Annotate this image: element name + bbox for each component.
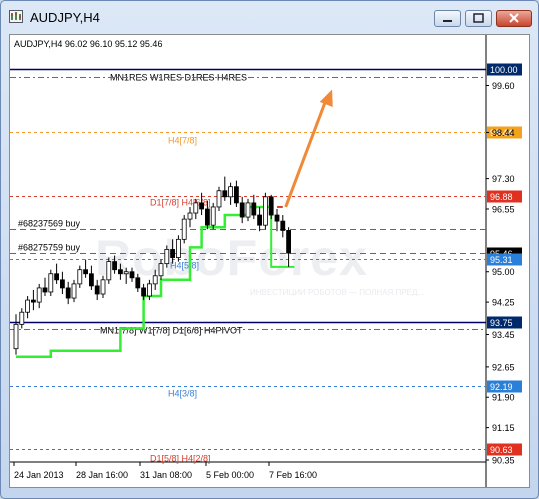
level-text: H4[7/8] (168, 136, 197, 146)
candle-body (187, 212, 193, 220)
close-button[interactable] (496, 10, 532, 27)
y-tick-label: 92.65 (492, 362, 515, 372)
candle-body (65, 287, 71, 299)
minimize-button[interactable] (434, 10, 461, 27)
y-tick-label: 93.45 (492, 330, 515, 340)
maximize-button[interactable] (465, 10, 492, 27)
candle-body (77, 269, 83, 285)
y-tick-label: 97.30 (492, 174, 515, 184)
candle-body (89, 273, 94, 287)
chart-app-icon (9, 10, 23, 23)
candle-body (199, 202, 205, 210)
forecast-arrow (284, 99, 328, 208)
chart-info-text: AUDJPY,H4 96.02 96.10 95.12 95.46 (14, 39, 162, 49)
candle-body (94, 285, 100, 295)
candle-body (158, 263, 164, 277)
level-text: D1[5/8] H4[2/8] (150, 454, 211, 464)
level-text: #68237569 buy (18, 219, 81, 229)
price-label: 93.75 (490, 318, 513, 328)
x-tick-label: 7 Feb 16:00 (269, 470, 317, 480)
x-tick-label: 5 Feb 00:00 (206, 470, 254, 480)
chart-area[interactable]: RoboForex ИНВЕСТИЦИИ РОБОТОВ — ПОЛНАЯ ПРЕ… (9, 34, 530, 488)
candle-body (181, 218, 187, 240)
x-tick-label: 28 Jan 16:00 (76, 470, 128, 480)
y-tick-label: 99.60 (492, 81, 515, 91)
price-label: 100.00 (490, 65, 518, 75)
price-label: 92.19 (490, 382, 513, 392)
candle-body (48, 273, 54, 293)
level-text: #68275759 buy (18, 243, 81, 253)
y-tick-label: 94.25 (492, 298, 515, 308)
candle-body (106, 261, 112, 281)
x-tick-label: 31 Jan 08:00 (140, 470, 192, 480)
candle-body (257, 214, 263, 226)
candle-body (112, 261, 117, 271)
y-tick-label: 95.00 (492, 267, 515, 277)
candle-body (268, 196, 274, 216)
candle-body (280, 220, 286, 231)
candle-body (274, 214, 280, 222)
candle-body (100, 279, 106, 295)
candle-body (286, 230, 292, 254)
candle-body (30, 299, 36, 303)
price-label: 95.31 (490, 255, 513, 265)
candle-body (210, 206, 216, 226)
candle-body (123, 271, 129, 275)
title-bar[interactable]: AUDJPY,H4 (1, 1, 538, 31)
candle-body (71, 283, 77, 299)
candle-body (19, 311, 25, 325)
window-title: AUDJPY,H4 (30, 10, 100, 25)
candle-body (141, 287, 147, 297)
minimize-icon (443, 20, 452, 22)
candle-body (233, 186, 239, 204)
candle-body (118, 269, 123, 275)
candle-body (251, 202, 257, 216)
level-text: H4[5/8] (170, 261, 199, 271)
candle-body (13, 323, 19, 350)
candle-body (175, 238, 181, 258)
y-tick-label: 91.90 (492, 393, 515, 403)
candle-body (42, 287, 48, 293)
price-label: 90.63 (490, 445, 513, 455)
candle-body (239, 202, 245, 218)
forecast-arrow-head (319, 89, 333, 107)
candle-body (54, 273, 59, 281)
candle-body (152, 275, 158, 285)
candle-body (129, 271, 135, 279)
candle-body (262, 196, 268, 226)
watermark-subtext: ИНВЕСТИЦИИ РОБОТОВ — ПОЛНАЯ ПРЕД... (250, 288, 424, 297)
candle-body (25, 299, 31, 313)
price-chart[interactable]: RoboForexИНВЕСТИЦИИ РОБОТОВ — ПОЛНАЯ ПРЕ… (10, 35, 529, 487)
candle-body (245, 202, 251, 218)
candle-body (135, 277, 141, 289)
candle-body (146, 283, 152, 297)
candle-body (228, 186, 234, 198)
maximize-icon (473, 13, 484, 23)
candle-body (193, 202, 199, 214)
close-icon (509, 13, 519, 23)
candle-body (60, 279, 65, 289)
candle-body (222, 190, 228, 198)
candle-body (164, 249, 170, 265)
candle-body (83, 269, 88, 275)
candle-body (204, 208, 210, 226)
y-tick-label: 96.55 (492, 204, 515, 214)
y-tick-label: 90.35 (492, 456, 515, 466)
price-label: 96.88 (490, 192, 513, 202)
y-tick-label: 98.44 (492, 128, 515, 138)
y-tick-label: 91.15 (492, 423, 515, 433)
level-text: H4[3/8] (168, 389, 197, 399)
candle-body (170, 249, 176, 258)
candle-body (36, 287, 42, 303)
candle-body (216, 190, 222, 208)
terminal-window: AUDJPY,H4 RoboForex ИНВЕСТИЦИИ РОБОТОВ — … (0, 0, 539, 499)
x-tick-label: 24 Jan 2013 (14, 470, 64, 480)
